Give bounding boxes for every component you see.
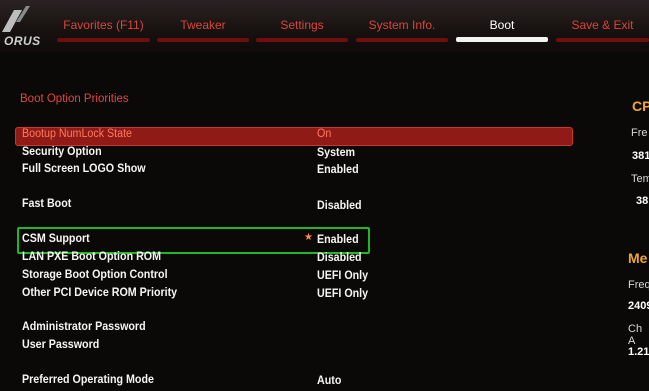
tab-label: Save & Exit xyxy=(571,18,634,32)
tab-underline xyxy=(556,38,649,42)
boot-option-priorities-link[interactable]: Boot Option Priorities xyxy=(20,93,129,105)
value-lan-pxe-boot-option-rom[interactable]: Disabled xyxy=(317,252,362,264)
option-administrator-password[interactable]: Administrator Password xyxy=(22,321,146,333)
changed-star-icon: ★ xyxy=(304,232,313,243)
tab-underline xyxy=(456,37,548,42)
tab-underline xyxy=(356,38,448,42)
value-security-option[interactable]: System xyxy=(317,147,355,159)
option-csm-support[interactable]: CSM Support xyxy=(22,233,90,245)
value-storage-boot-option-control[interactable]: UEFI Only xyxy=(317,270,368,282)
memory-heading: Me xyxy=(628,250,648,266)
cpu-temperature-label: Tem xyxy=(631,173,649,185)
tab-settings[interactable]: Settings xyxy=(256,17,348,43)
option-full-screen-logo-show[interactable]: Full Screen LOGO Show xyxy=(22,163,146,175)
value-preferred-operating-mode[interactable]: Auto xyxy=(317,375,341,387)
option-security-option[interactable]: Security Option xyxy=(22,146,102,158)
option-fast-boot[interactable]: Fast Boot xyxy=(22,198,71,210)
top-menu-bar: ORUS Favorites (F11) Tweaker Settings Sy… xyxy=(0,0,649,52)
logo-text: ORUS xyxy=(4,34,41,48)
tab-label: Boot xyxy=(489,18,515,32)
tab-tweaker[interactable]: Tweaker xyxy=(157,17,249,43)
option-bootup-numlock-state[interactable]: Bootup NumLock State xyxy=(22,128,132,140)
cpu-heading: CP xyxy=(632,98,649,114)
tab-label: Settings xyxy=(280,18,324,32)
memory-frequency-label: Freq xyxy=(628,279,649,291)
option-lan-pxe-boot-option-rom[interactable]: LAN PXE Boot Option ROM xyxy=(22,251,161,263)
tab-favorites[interactable]: Favorites (F11) xyxy=(57,17,150,43)
tab-label: Favorites (F11) xyxy=(63,18,144,32)
tab-save-exit[interactable]: Save & Exit xyxy=(556,17,649,43)
tab-underline xyxy=(157,38,249,42)
option-user-password[interactable]: User Password xyxy=(22,339,99,351)
option-other-pci-device-rom-priority[interactable]: Other PCI Device ROM Priority xyxy=(22,287,177,299)
channel-a-value: 1.21 xyxy=(628,346,649,358)
value-other-pci-device-rom-priority[interactable]: UEFI Only xyxy=(317,288,368,300)
tab-underline xyxy=(57,38,150,42)
tab-label: System Info. xyxy=(368,18,436,32)
tab-system-info[interactable]: System Info. xyxy=(356,17,448,43)
cpu-frequency-value: 381 xyxy=(632,150,649,162)
value-fast-boot[interactable]: Disabled xyxy=(317,200,362,212)
value-csm-support[interactable]: Enabled xyxy=(317,234,359,246)
memory-frequency-value: 2409 xyxy=(628,300,649,312)
option-storage-boot-option-control[interactable]: Storage Boot Option Control xyxy=(22,269,168,281)
value-full-screen-logo-show[interactable]: Enabled xyxy=(317,164,359,176)
option-preferred-operating-mode[interactable]: Preferred Operating Mode xyxy=(22,374,154,386)
channel-a-label: Ch A xyxy=(628,323,643,347)
cpu-frequency-label: Fre xyxy=(631,127,648,139)
tab-boot[interactable]: Boot xyxy=(456,17,548,43)
tab-underline xyxy=(256,38,348,42)
cpu-temperature-value: 38. xyxy=(636,195,649,207)
tab-label: Tweaker xyxy=(180,18,226,32)
value-bootup-numlock-state[interactable]: On xyxy=(317,128,331,140)
